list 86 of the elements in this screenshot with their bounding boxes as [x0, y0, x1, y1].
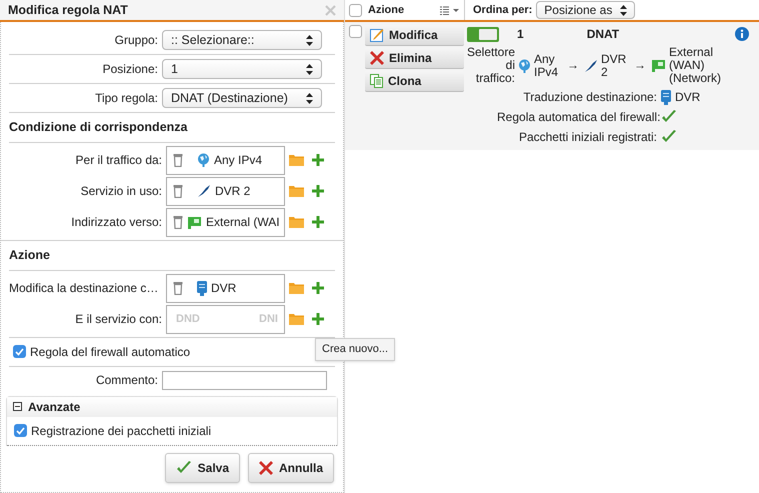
column-menu-icon[interactable]	[440, 6, 460, 14]
network-card-icon	[187, 216, 202, 229]
sort-label: Ordina per:	[473, 2, 532, 18]
collapse-icon[interactable]	[13, 402, 22, 411]
add-icon[interactable]	[312, 154, 324, 166]
network-card-icon	[651, 59, 666, 72]
cable-icon	[197, 184, 211, 198]
object-name: Any IPv4	[214, 152, 262, 170]
comment-field[interactable]	[162, 370, 327, 390]
folder-icon[interactable]	[289, 154, 304, 166]
field-label: Modifica la destinazione c…	[9, 280, 160, 297]
detail-value: DVR	[675, 89, 700, 106]
clone-button[interactable]: Clona	[365, 71, 464, 92]
object-name: DVR	[211, 280, 236, 297]
detail-label: Pacchetti iniziali registrati:	[518, 129, 657, 146]
object-drop-field[interactable]: External (WAI	[166, 208, 285, 237]
dropdown[interactable]: :: Selezionare::	[162, 30, 322, 50]
dropdown[interactable]: DNAT (Destinazione)	[162, 88, 322, 108]
add-icon[interactable]	[312, 216, 324, 228]
column-header: Azione	[368, 2, 404, 18]
object-drop-field[interactable]: DVR	[166, 274, 285, 302]
trash-icon[interactable]	[173, 153, 183, 168]
section-heading: Azione	[9, 240, 335, 270]
cross-icon	[259, 460, 273, 474]
select-arrows-icon	[620, 4, 628, 16]
globe-icon	[197, 153, 210, 168]
object-name: External (WAI	[206, 214, 280, 232]
trash-icon[interactable]	[173, 215, 183, 230]
arrow-icon: →	[632, 59, 648, 72]
add-icon[interactable]	[312, 313, 324, 325]
globe-icon	[518, 58, 531, 72]
select-arrows-icon	[306, 34, 313, 46]
rule-type: DNAT	[586, 26, 620, 43]
selector-label: Selettore di traffico:	[467, 46, 515, 85]
folder-icon[interactable]	[289, 216, 304, 228]
info-icon[interactable]	[735, 27, 749, 41]
toggle-switch[interactable]	[467, 26, 499, 42]
field-label: Commento:	[94, 372, 159, 389]
object-drop-field[interactable]: Any IPv4	[166, 146, 285, 175]
select-arrows-icon	[306, 92, 313, 104]
check-icon	[176, 460, 192, 474]
object-name: DVR 2	[215, 183, 250, 200]
folder-icon[interactable]	[289, 282, 304, 294]
field-label: Indirizzato verso:	[70, 214, 163, 232]
checkbox[interactable]	[13, 345, 26, 358]
edit-icon	[370, 28, 384, 42]
delete-button[interactable]: Elimina	[365, 48, 464, 69]
section-heading: Condizione di corrispondenza	[9, 113, 335, 143]
folder-icon[interactable]	[289, 185, 304, 198]
copy-icon	[370, 74, 383, 88]
field-label: Per il traffico da:	[74, 152, 163, 170]
field-label: E il servizio con:	[74, 311, 163, 328]
save-button[interactable]: Salva	[164, 452, 240, 482]
checkbox-label: Regola del firewall automatico	[30, 344, 190, 360]
select-all-checkbox[interactable]	[349, 4, 362, 16]
cable-icon	[584, 58, 598, 72]
object-drop-field[interactable]: DVR 2	[166, 176, 285, 206]
field-label: Tipo regola:	[94, 90, 159, 107]
server-icon	[197, 280, 207, 296]
chain-item: Any IPv4	[534, 52, 560, 78]
server-icon	[661, 90, 671, 104]
select-arrows-icon	[306, 64, 313, 74]
arrow-icon: →	[565, 59, 581, 72]
panel-title: Avanzate	[28, 398, 80, 416]
detail-label: Traduzione destinazione:	[522, 89, 657, 106]
chain-item: DVR 2	[601, 52, 628, 78]
dialog-title: Modifica regola NAT	[8, 2, 128, 19]
tooltip: Crea nuovo...	[315, 338, 396, 360]
field-label: Gruppo:	[114, 32, 159, 49]
trash-icon[interactable]	[173, 281, 183, 295]
detail-label: Regola automatica del firewall:	[497, 109, 657, 126]
trash-icon[interactable]	[173, 184, 183, 198]
sort-dropdown[interactable]: Posizione as	[536, 1, 636, 19]
cross-icon	[370, 51, 384, 65]
row-checkbox[interactable]	[349, 25, 362, 38]
cancel-button[interactable]: Annulla	[248, 452, 334, 482]
folder-icon[interactable]	[289, 313, 304, 325]
checkbox-label: Registrazione dei pacchetti iniziali	[31, 422, 212, 440]
add-icon[interactable]	[312, 185, 324, 198]
chain-item: External (WAN) (Network)	[669, 46, 722, 85]
field-label: Servizio in uso:	[80, 183, 163, 200]
rule-number: 1	[517, 26, 524, 43]
add-icon[interactable]	[312, 282, 324, 294]
field-label: Posizione:	[102, 61, 159, 78]
dropdown[interactable]: 1	[162, 59, 322, 79]
checkbox[interactable]	[14, 424, 27, 437]
